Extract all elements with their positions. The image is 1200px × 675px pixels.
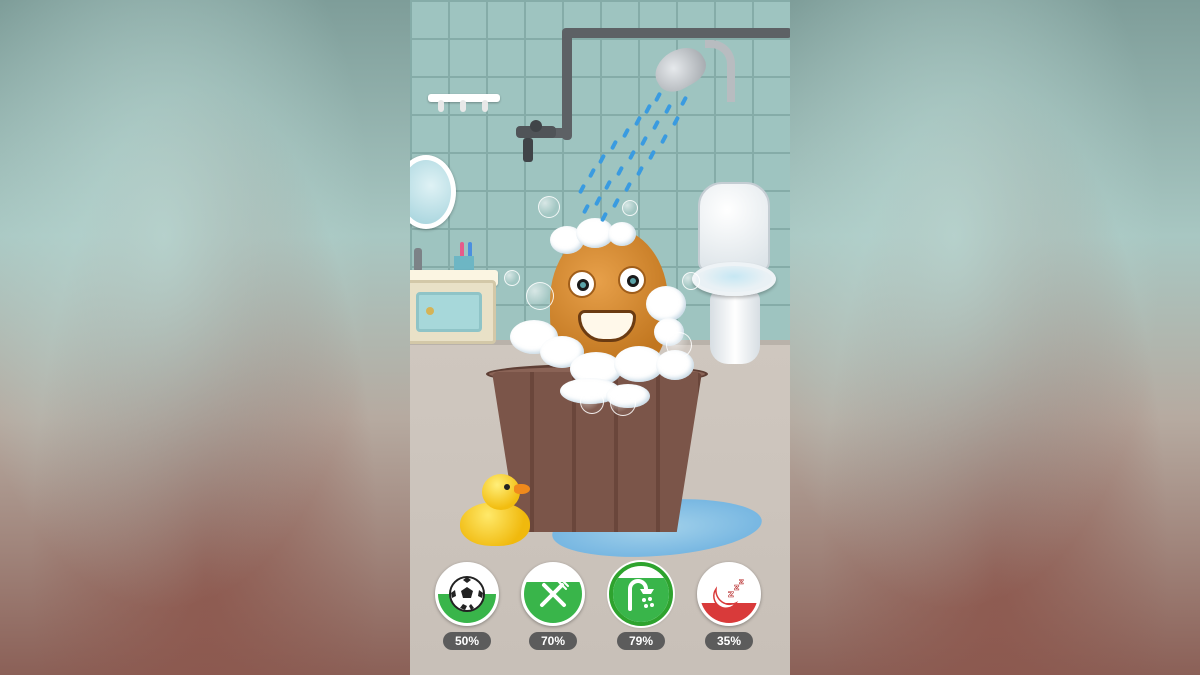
soap-bubble	[666, 332, 692, 358]
water-pipe	[562, 30, 572, 140]
rubber-duck-beak	[514, 484, 530, 494]
toilet-tank[interactable]	[698, 182, 770, 272]
blurred-background-right	[790, 0, 1200, 675]
soap-bubble	[682, 272, 700, 290]
stat-ring	[609, 562, 673, 626]
water-pipe	[562, 28, 790, 38]
stat-hygiene-percent: 79%	[617, 632, 665, 650]
stat-ring	[521, 562, 585, 626]
toilet-bowl[interactable]	[692, 262, 776, 296]
sleep-zzz-icon: z z z	[700, 565, 758, 623]
soap-bubble	[504, 270, 520, 286]
stat-sleep-button[interactable]: z z z 35%	[694, 562, 764, 654]
left-pupil	[577, 279, 589, 291]
stat-ring: z z z	[697, 562, 761, 626]
soap-foam	[646, 286, 686, 322]
soap-bubble	[538, 196, 560, 218]
grinning-mouth	[578, 310, 636, 342]
stat-hygiene-button[interactable]: 79%	[606, 562, 676, 654]
towel-hook	[460, 100, 466, 112]
shower-arm	[705, 40, 735, 102]
fork-knife-icon	[524, 565, 582, 623]
toilet-base	[710, 290, 760, 364]
towel-hook	[482, 100, 488, 112]
soap-bubble	[610, 390, 636, 416]
stat-play-percent: 50%	[443, 632, 491, 650]
soap-bubble	[580, 390, 604, 414]
game-screen[interactable]: 50% 70% 79% z z z 35%	[410, 0, 790, 675]
soccer-ball-icon	[438, 565, 496, 623]
shower-icon	[613, 566, 669, 622]
sink-tap	[414, 248, 422, 272]
svg-text:z: z	[739, 577, 744, 586]
soap-bubble	[526, 282, 554, 310]
soap-bubble	[622, 200, 638, 216]
stat-play-button[interactable]: 50%	[432, 562, 502, 654]
left-eye	[568, 270, 596, 298]
faucet-spout	[523, 138, 533, 162]
stat-ring	[435, 562, 499, 626]
right-eye	[618, 266, 646, 294]
stat-food-button[interactable]: 70%	[518, 562, 588, 654]
cabinet-knob	[426, 307, 434, 315]
towel-hook	[438, 100, 444, 112]
stat-food-percent: 70%	[529, 632, 577, 650]
rubber-duck-eye	[504, 484, 510, 490]
right-pupil	[627, 275, 639, 287]
soap-foam	[608, 222, 636, 246]
blurred-background-left	[0, 0, 410, 675]
faucet-knob	[530, 120, 542, 132]
stat-sleep-percent: 35%	[705, 632, 753, 650]
